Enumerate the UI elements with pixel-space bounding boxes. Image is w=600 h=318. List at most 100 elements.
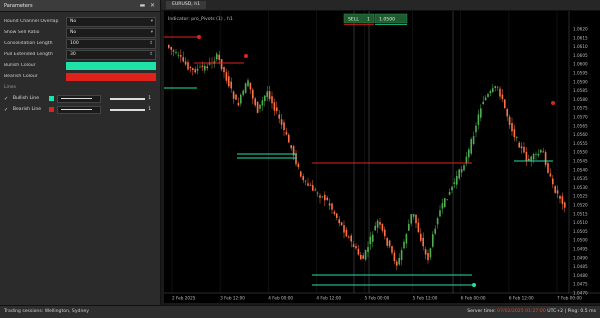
time-tick-label: 7 Feb 00:00: [557, 296, 582, 301]
stepper-icon[interactable]: ⇕: [149, 40, 153, 48]
candle-body: [386, 237, 388, 246]
candle-body: [429, 248, 432, 258]
bull-color-swatch[interactable]: [66, 61, 156, 70]
line-style-select[interactable]: [56, 105, 102, 114]
candle-body: [199, 66, 201, 68]
candle-body: [420, 233, 422, 241]
candle-body: [451, 186, 453, 191]
param-label: Pull Extended Length: [4, 52, 53, 57]
candle-body: [475, 125, 477, 133]
param-label: Round Channel Overlap: [4, 19, 59, 24]
param-row: Pull Extended Length 30 ⇕: [0, 49, 160, 60]
candle-body: [336, 213, 338, 218]
param-select[interactable]: No ▾: [66, 27, 156, 38]
candle-body: [542, 151, 544, 153]
candle-body: [535, 154, 537, 155]
line-width-slider[interactable]: [110, 97, 146, 100]
candle-body: [309, 184, 312, 186]
candle-body: [372, 234, 374, 242]
candle-body: [288, 134, 290, 143]
param-row: Consolidation Length 100 ⇕: [0, 38, 160, 49]
candle-body: [379, 222, 381, 225]
candle-body: [187, 62, 189, 70]
candle-body: [537, 153, 540, 156]
candle-body: [276, 107, 278, 112]
candle-body: [290, 145, 292, 149]
candle-body: [552, 178, 554, 185]
candle-body: [338, 219, 340, 224]
level-color-swatch[interactable]: [48, 96, 54, 101]
candle-body: [170, 47, 172, 50]
param-input[interactable]: 100 ⇕: [66, 38, 156, 49]
stepper-icon[interactable]: ⇕: [149, 51, 153, 59]
candle-body: [204, 65, 206, 71]
candle-body: [564, 202, 566, 208]
candle-body: [532, 153, 535, 160]
line-width-slider[interactable]: [110, 108, 146, 111]
candle-body: [391, 246, 393, 253]
candle-body: [398, 257, 400, 265]
candle-body: [523, 146, 525, 153]
candle-body: [439, 210, 441, 217]
candle-body: [525, 151, 528, 162]
bear-color-swatch[interactable]: [66, 72, 156, 81]
level-color-swatch[interactable]: [48, 107, 54, 112]
param-input[interactable]: 30 ⇕: [66, 49, 156, 60]
price-tick-label: 1.0495: [573, 247, 588, 252]
candle-body: [477, 114, 480, 125]
checkbox-icon[interactable]: ✓: [4, 96, 10, 102]
candle-body: [412, 213, 415, 217]
level-label: Bullish Line: [12, 96, 40, 101]
tab-chart[interactable]: EURUSD, h1: [166, 1, 207, 9]
ping: Ping: 0.5 ms: [567, 309, 596, 314]
chart-tabbar: EURUSD, h1: [161, 0, 600, 11]
param-label: Consolidation Length: [4, 41, 53, 46]
pivot-dot: [244, 54, 248, 58]
price-tick-label: 1.0490: [573, 255, 588, 260]
time-tick-label: 6 Feb 12:00: [509, 296, 534, 301]
checkbox-icon[interactable]: ✓: [4, 107, 10, 113]
level-row: ✓ Bearish Line 1: [0, 104, 160, 115]
candle-body: [295, 153, 297, 165]
time-tick-label: 4 Feb 12:00: [316, 296, 341, 301]
candle-body: [196, 68, 199, 71]
candle-body: [434, 228, 436, 234]
price-tick-label: 1.0480: [573, 273, 588, 278]
price-tick-label: 1.0585: [573, 88, 588, 93]
status-right: Server time: 07/02/2025 01:27:00 UTC+2 |…: [467, 309, 596, 314]
candle-body: [216, 53, 218, 60]
candle-body: [367, 247, 369, 253]
price-tick-label: 1.0565: [573, 123, 588, 128]
candle-body: [350, 235, 352, 242]
candle-body: [468, 149, 470, 158]
price-tick-label: 1.0500: [573, 238, 588, 243]
price-tick-label: 1.0505: [573, 229, 588, 234]
buy-label: 1.0500: [379, 16, 395, 22]
candle-body: [182, 57, 184, 62]
candle-body: [235, 94, 237, 100]
candle-body: [487, 93, 489, 97]
candle-body: [259, 104, 261, 109]
param-select[interactable]: No ▾: [66, 16, 156, 27]
candle-body: [343, 225, 345, 233]
candle-body: [206, 66, 208, 69]
candle-body: [184, 61, 187, 65]
price-tick-label: 1.0590: [573, 79, 588, 84]
parameters-panel: Parameters ▬ ✕ Round Channel Overlap No ▾…: [0, 0, 161, 305]
candle-body: [177, 54, 180, 56]
utc-offset: UTC+2: [547, 309, 564, 314]
candle-body: [453, 182, 456, 184]
candle-body: [314, 189, 316, 191]
line-style-select[interactable]: [56, 94, 102, 103]
price-tick-label: 1.0475: [573, 282, 588, 287]
minimize-icon[interactable]: ▬: [139, 2, 146, 9]
candle-body: [319, 195, 321, 198]
candle-body: [405, 234, 408, 244]
close-icon[interactable]: ✕: [149, 2, 156, 9]
candle-body: [223, 67, 225, 73]
candle-body: [499, 88, 501, 97]
candle-body: [348, 236, 350, 238]
candle-body: [492, 88, 494, 93]
price-tick-label: 1.0570: [573, 115, 588, 120]
price-chart[interactable]: 1.0620 1.0615 1.0610 1.0605 1.0600 1.0595 1.05…: [164, 11, 600, 303]
